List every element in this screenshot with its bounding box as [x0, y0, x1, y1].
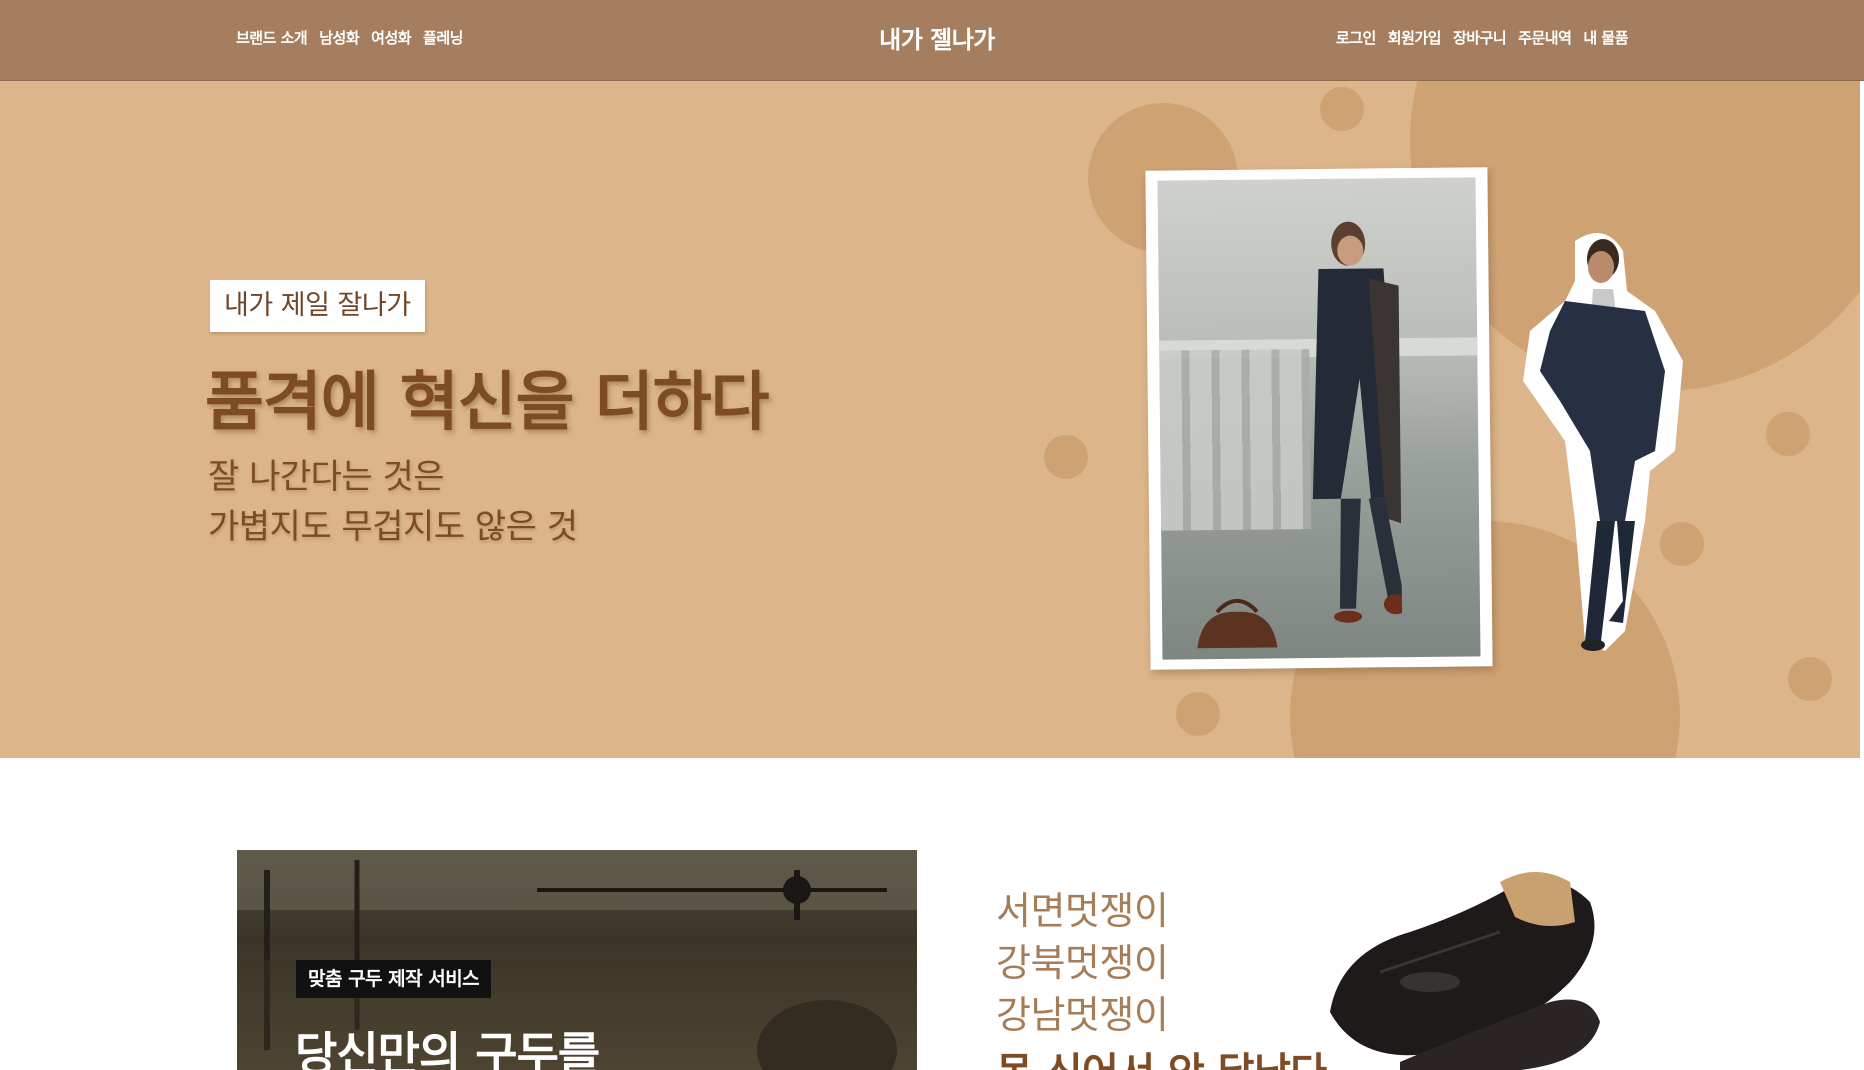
decor-circle — [1788, 657, 1832, 701]
hero-tagline: 내가 제일 잘나가 — [210, 280, 425, 332]
promo-line-1: 서면멋쟁이 — [996, 889, 1169, 933]
decor-circle — [1766, 412, 1810, 456]
decor-circle — [1320, 87, 1364, 131]
promo-line-2: 강북멋쟁이 — [996, 941, 1169, 985]
nav-right-group: 로그인 회원가입 장바구니 주문내역 내 물품 — [1336, 27, 1629, 48]
decor-circle — [1044, 435, 1088, 479]
banner-tag: 맞춤 구두 제작 서비스 — [296, 960, 492, 998]
hero-subline-1: 잘 나간다는 것은 — [208, 457, 445, 497]
banner-title: 당신만의 구두를 — [295, 1027, 600, 1070]
leather-bag-image — [1197, 598, 1278, 649]
hero-headline: 품격에 혁신을 더하다 — [205, 366, 769, 440]
promo-line-3: 강남멋쟁이 — [996, 993, 1169, 1037]
nav-link-orders[interactable]: 주문내역 — [1518, 27, 1572, 48]
hero-subline-2: 가볍지도 무겁지도 않은 것 — [208, 507, 578, 547]
top-navigation-bar: 브랜드 소개 남성화 여성화 플레닝 내가 젤나가 로그인 회원가입 장바구니 … — [0, 0, 1864, 81]
nav-link-login[interactable]: 로그인 — [1336, 27, 1376, 48]
photo-railing — [1159, 349, 1312, 531]
hero-photo — [1157, 177, 1481, 660]
dress-shoe-image[interactable] — [1320, 862, 1610, 1070]
hero-photo-frame — [1145, 167, 1493, 670]
hero-section: 내가 제일 잘나가 품격에 혁신을 더하다 잘 나간다는 것은 가볍지도 무겁지… — [0, 81, 1860, 758]
man-in-suit-cutout — [1523, 233, 1683, 651]
promo-bold-line: 못 신어서 안 달났다 — [996, 1040, 1327, 1070]
nav-link-my-items[interactable]: 내 물품 — [1583, 27, 1628, 48]
custom-shoe-banner[interactable]: 맞춤 구두 제작 서비스 당신만의 구두를 — [237, 850, 917, 1070]
man-in-coat-figure — [1312, 221, 1403, 623]
nav-link-signup[interactable]: 회원가입 — [1388, 27, 1442, 48]
decor-circle — [1176, 692, 1220, 736]
nav-link-cart[interactable]: 장바구니 — [1453, 27, 1507, 48]
